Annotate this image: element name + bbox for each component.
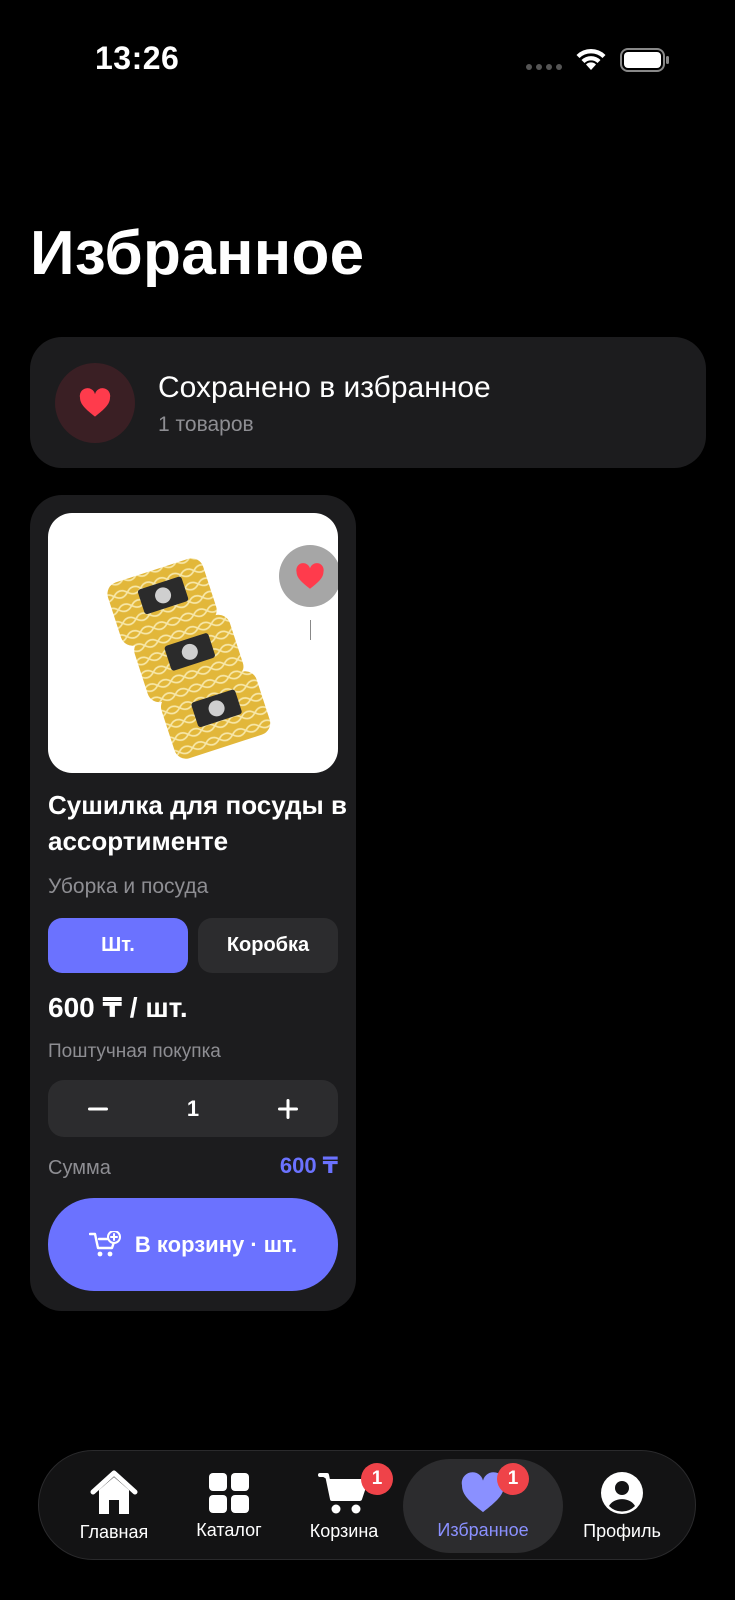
tab-catalog[interactable]: Каталог [179, 1451, 279, 1561]
sum-label: Сумма [48, 1157, 111, 1179]
unit-box-button[interactable]: Коробка [198, 918, 338, 973]
tab-cart[interactable]: Корзина 1 [289, 1451, 399, 1561]
summary-title: Сохранено в избранное [158, 371, 491, 404]
tab-favorites-label: Избранное [437, 1519, 529, 1540]
favorites-badge: 1 [497, 1463, 529, 1495]
home-icon [90, 1470, 138, 1514]
tab-home-label: Главная [79, 1521, 149, 1542]
decrease-button[interactable] [73, 1080, 123, 1137]
add-to-cart-label: В корзину · шт. [134, 1231, 298, 1257]
tab-cart-label: Корзина [309, 1520, 379, 1541]
tab-profile-label: Профиль [583, 1520, 661, 1541]
grid-icon [209, 1472, 249, 1513]
product-card[interactable]: Сушилка для посуды в ассортименте Уборка… [30, 495, 356, 1311]
product-image[interactable] [48, 513, 338, 773]
add-to-cart-button[interactable]: В корзину · шт. [48, 1198, 338, 1291]
signal-dots-icon [526, 64, 562, 70]
wifi-icon [576, 48, 606, 70]
status-time: 13:26 [95, 40, 180, 76]
tab-home[interactable]: Главная [59, 1451, 169, 1561]
tab-profile[interactable]: Профиль [567, 1451, 677, 1561]
battery-icon [620, 48, 669, 72]
increase-button[interactable] [263, 1080, 313, 1137]
cart-plus-icon [88, 1230, 121, 1256]
page-title: Избранное [30, 219, 365, 288]
product-name[interactable]: Сушилка для посуды в ассортименте [48, 787, 348, 859]
plus-icon [278, 1098, 298, 1119]
quantity-value: 1 [186, 1095, 200, 1121]
favorites-summary-card: Сохранено в избранное 1 товаров [30, 337, 706, 468]
unit-piece-button[interactable]: Шт. [48, 918, 188, 973]
profile-icon [601, 1471, 643, 1514]
divider [310, 620, 311, 640]
cart-badge: 1 [361, 1463, 393, 1495]
product-price: 600 ₸ / шт. [48, 992, 188, 1023]
tab-favorites[interactable]: Избранное 1 [403, 1451, 563, 1561]
favorite-toggle-button[interactable] [279, 545, 338, 607]
tab-catalog-label: Каталог [196, 1519, 262, 1540]
summary-heart-badge [55, 363, 135, 443]
heart-icon [79, 388, 111, 417]
purchase-note: Поштучная покупка [48, 1041, 221, 1062]
product-category: Уборка и посуда [48, 875, 209, 898]
quantity-stepper: 1 [48, 1080, 338, 1137]
heart-icon [296, 562, 324, 589]
sum-value: 600 ₸ [279, 1153, 338, 1178]
tab-bar: Главная Каталог Корзина 1 Избранное 1 Пр… [38, 1450, 696, 1560]
summary-count: 1 товаров [158, 413, 254, 436]
minus-icon [88, 1107, 108, 1110]
